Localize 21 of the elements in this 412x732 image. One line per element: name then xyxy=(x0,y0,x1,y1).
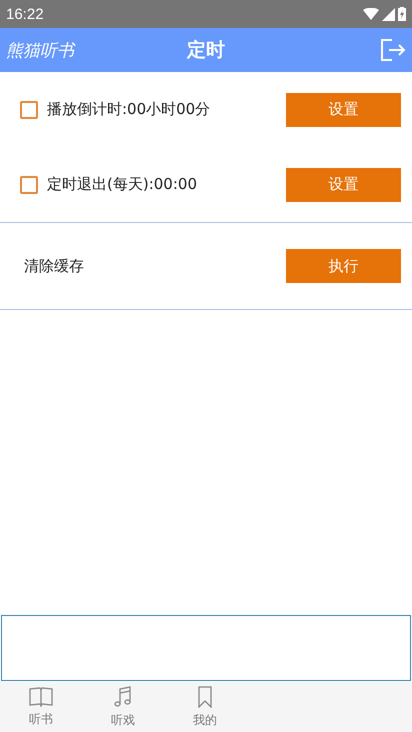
setting-label: 清除缓存 xyxy=(23,256,84,276)
music-note-icon xyxy=(114,686,132,708)
checkbox[interactable] xyxy=(20,176,38,194)
tab[interactable]: 我的 xyxy=(164,682,246,732)
set-button[interactable]: 设置 xyxy=(286,92,401,126)
setting-label: 定时退出(每天):00:00 xyxy=(47,175,197,194)
tab[interactable]: 听戏 xyxy=(82,682,164,732)
book-icon xyxy=(29,686,53,706)
bookmark-icon xyxy=(197,686,213,708)
wifi-icon xyxy=(363,8,379,20)
page-title: 定时 xyxy=(187,39,225,61)
app-name: 熊猫听书 xyxy=(6,40,74,62)
set-button[interactable]: 设置 xyxy=(286,168,401,202)
status-time: 16:22 xyxy=(6,6,44,22)
tab[interactable]: 听书 xyxy=(0,682,82,732)
setting-label: 播放倒计时:00小时00分 xyxy=(47,100,210,119)
signal-icon xyxy=(382,8,395,20)
checkbox[interactable] xyxy=(20,100,38,118)
execute-button[interactable]: 执行 xyxy=(286,249,401,283)
battery-icon xyxy=(398,7,406,21)
logout-icon[interactable] xyxy=(380,39,406,61)
